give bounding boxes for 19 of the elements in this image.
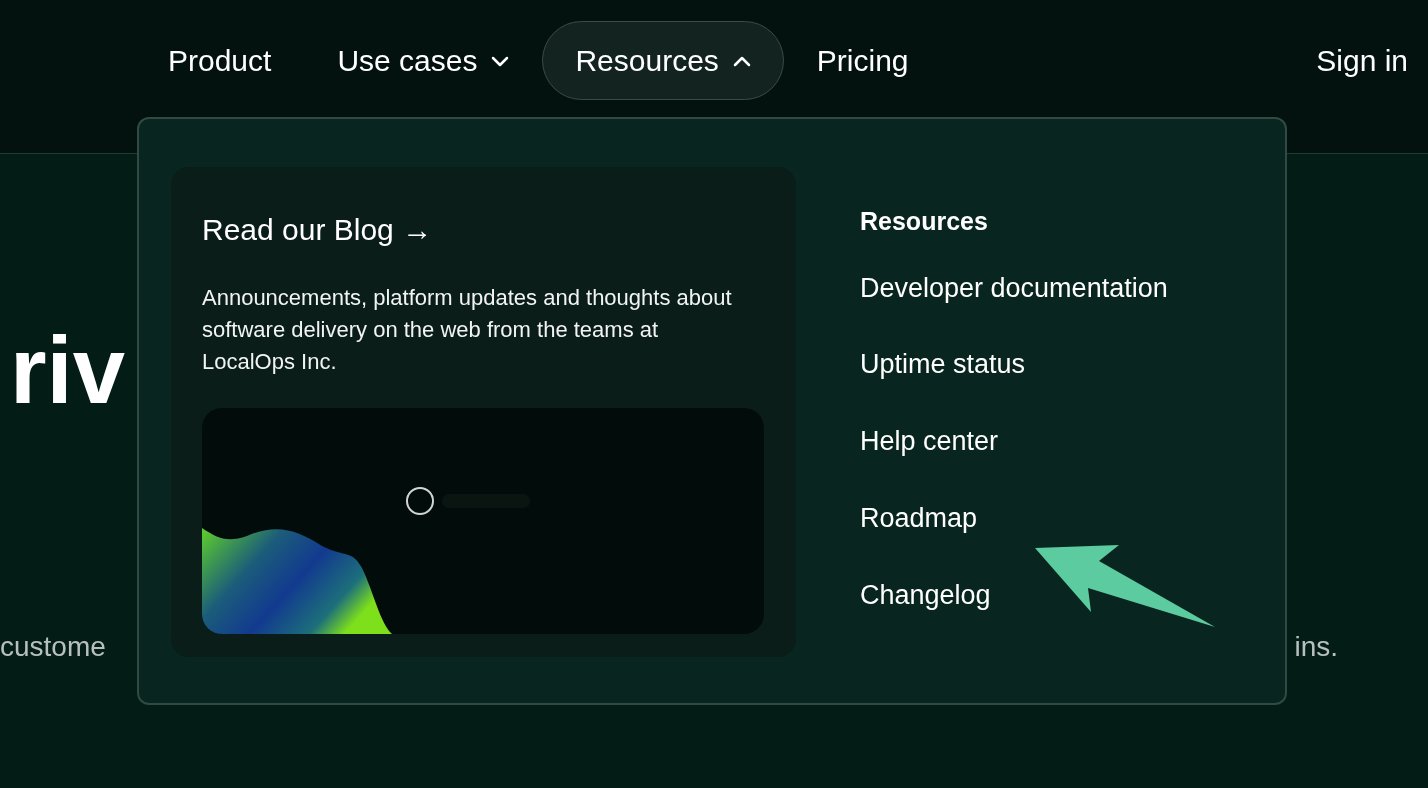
menu-link[interactable]: Developer documentation	[860, 270, 1168, 348]
menu-link[interactable]: Help center	[860, 424, 1168, 502]
chevron-up-icon	[732, 54, 751, 67]
blog-link[interactable]: Read our Blog →	[202, 207, 433, 252]
menu-link[interactable]: Roadmap	[860, 501, 1168, 579]
menu-heading: Resources	[860, 206, 989, 237]
nav-menu-button[interactable]: Use cases	[304, 21, 543, 100]
hero-heading: riv	[10, 324, 125, 418]
blog-card[interactable]: Read our Blog → Announcements, platform updates and thoughts about software delivery on the web from the teams at LocalOps Inc.	[171, 167, 796, 657]
menu-link[interactable]: Changelog	[860, 578, 1168, 656]
sign-in-link[interactable]: Sign in	[1316, 21, 1408, 100]
hero-text: ins.	[1294, 630, 1338, 664]
menu-link[interactable]: Uptime status	[860, 347, 1168, 425]
chevron-down-icon	[491, 54, 510, 67]
nav-menu-button[interactable]: Resources	[542, 21, 784, 100]
nav-link[interactable]: Pricing	[783, 21, 942, 100]
nav-link[interactable]: Product	[135, 21, 305, 100]
hero-text: custome	[0, 630, 106, 664]
blog-description: Announcements, platform updates and thoughts about software delivery on the web from the teams at LocalOps Inc.	[202, 284, 733, 376]
